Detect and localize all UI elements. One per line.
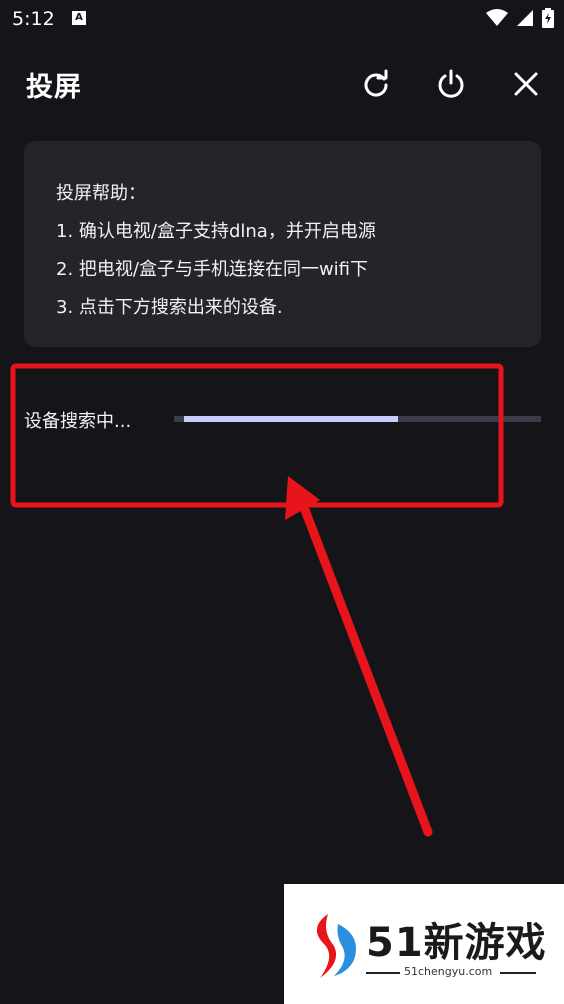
watermark-brand: 51新游戏 [366, 920, 547, 966]
device-search-status: 设备搜索中... [24, 404, 544, 434]
signal-icon [517, 10, 533, 26]
watermark-url: 51chengyu.com [404, 965, 493, 978]
search-status-label: 设备搜索中... [24, 411, 132, 432]
annotation-arrow-shaft [297, 497, 433, 837]
status-icons [486, 8, 554, 28]
refresh-icon [364, 69, 388, 97]
search-progress-fill [184, 416, 398, 422]
status-bar: 5:12 A [0, 0, 564, 40]
page-title: 投屏 [26, 72, 82, 103]
refresh-button[interactable] [359, 67, 393, 101]
help-title: 投屏帮助： [56, 183, 146, 204]
app-bar: 投屏 [0, 55, 564, 109]
annotation-highlight-box [10, 363, 504, 508]
status-time: 5:12 [12, 8, 55, 30]
close-icon [514, 72, 538, 96]
watermark-rule-right [500, 972, 536, 974]
help-step-2: 2. 把电视/盒子与手机连接在同一wifi下 [56, 259, 369, 280]
power-button[interactable] [434, 67, 468, 101]
help-card: 投屏帮助： 1. 确认电视/盒子支持dlna，并开启电源 2. 把电视/盒子与手… [24, 141, 541, 347]
battery-icon [542, 8, 554, 28]
close-button[interactable] [509, 67, 543, 101]
watermark-rule-left [366, 972, 400, 974]
search-progress-bar [174, 416, 541, 422]
help-step-1: 1. 确认电视/盒子支持dlna，并开启电源 [56, 221, 376, 242]
wifi-icon [486, 9, 508, 26]
notification-icon: A [72, 11, 86, 25]
help-step-3: 3. 点击下方搜索出来的设备. [56, 297, 283, 318]
annotation-arrow-head [285, 476, 320, 520]
logo-mark-icon [316, 914, 356, 978]
power-icon [438, 69, 464, 98]
watermark-logo: 51新游戏 51chengyu.com [284, 884, 564, 1004]
